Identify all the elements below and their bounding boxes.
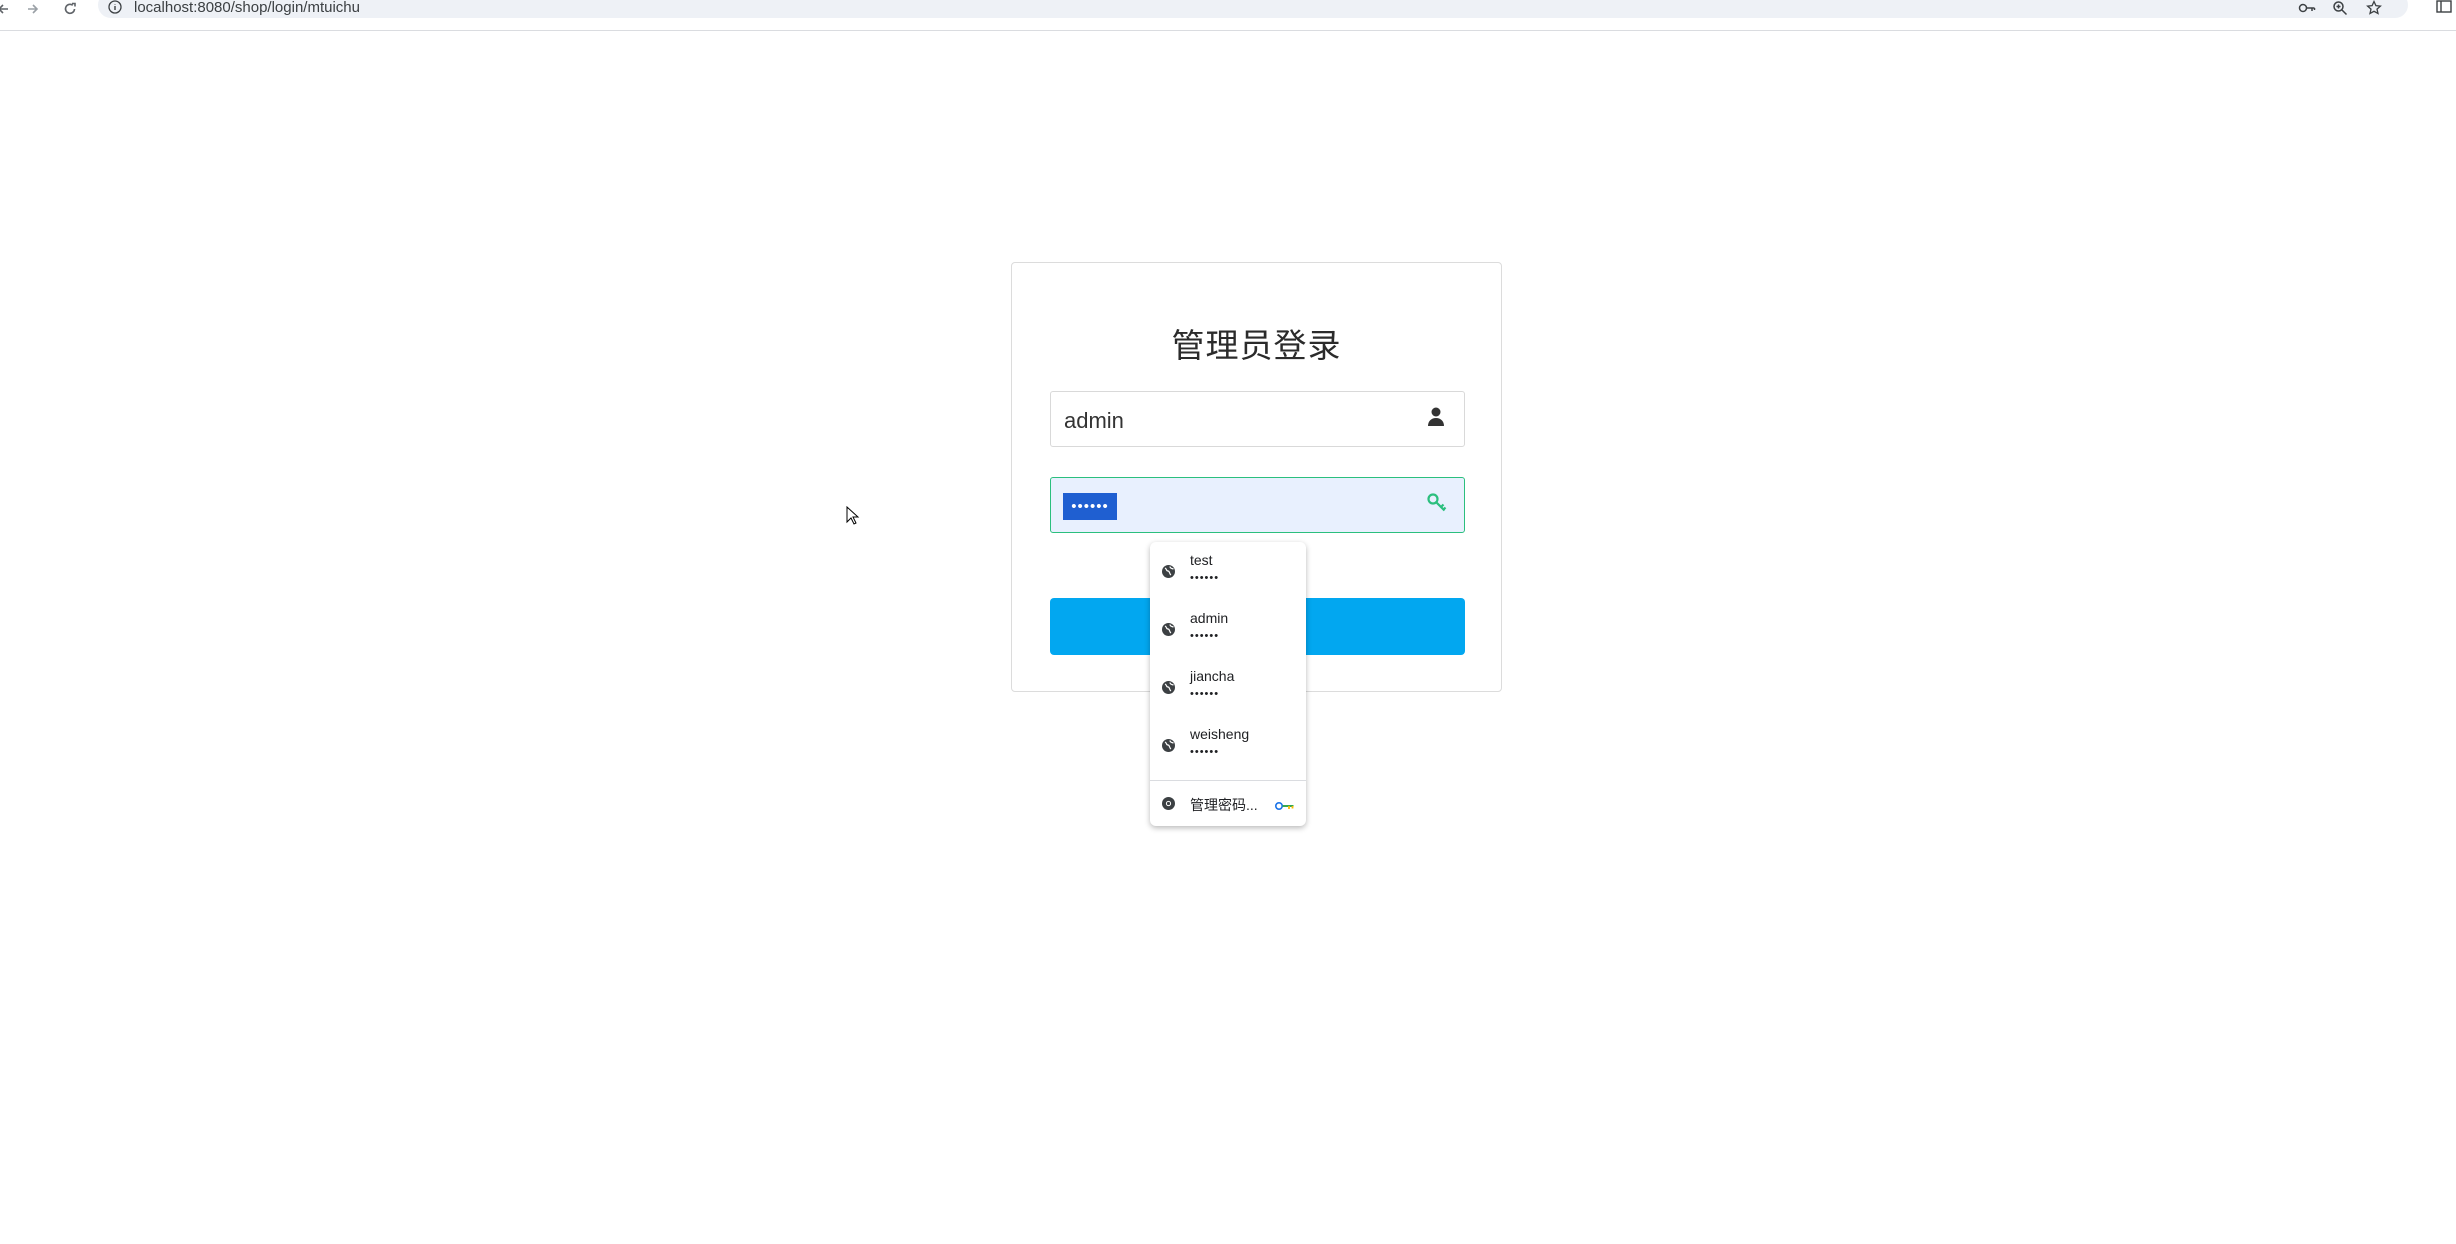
autofill-suggestion[interactable]: admin •••••• [1150, 600, 1306, 658]
username-input[interactable]: admin [1050, 391, 1465, 447]
globe-icon [1161, 564, 1176, 579]
suggestion-username: weisheng [1190, 726, 1250, 742]
chrome-icon [1161, 796, 1176, 811]
autofill-suggestion[interactable]: jiancha •••••• [1150, 658, 1306, 716]
suggestion-password: •••••• [1190, 688, 1220, 700]
suggestion-password: •••••• [1190, 746, 1220, 758]
password-key-icon [1274, 798, 1296, 811]
url-text[interactable]: localhost:8080/shop/login/mtuichu [134, 0, 360, 16]
key-icon [1426, 492, 1447, 514]
page-title: 管理员登录 [1171, 327, 1342, 364]
back-arrow-icon[interactable] [0, 0, 18, 18]
password-value[interactable]: •••••• [1063, 493, 1117, 520]
suggestion-password: •••••• [1190, 572, 1220, 584]
password-key-icon[interactable] [2298, 0, 2316, 16]
zoom-icon[interactable] [2332, 0, 2348, 16]
address-bar[interactable]: localhost:8080/shop/login/mtuichu [98, 0, 2408, 18]
autofill-dropdown: test •••••• admin •••••• jiancha •••••• … [1150, 542, 1306, 826]
suggestion-username: test [1190, 552, 1213, 568]
autofill-suggestion[interactable]: weisheng •••••• [1150, 716, 1306, 774]
info-icon[interactable] [108, 0, 122, 14]
globe-icon [1161, 738, 1176, 753]
autofill-suggestion[interactable]: test •••••• [1150, 542, 1306, 600]
globe-icon [1161, 622, 1176, 637]
manage-passwords-item[interactable]: 管理密码... [1150, 781, 1306, 826]
manage-passwords-label: 管理密码... [1190, 797, 1258, 813]
suggestion-password: •••••• [1190, 630, 1220, 642]
username-value[interactable]: admin [1064, 408, 1124, 434]
side-panel-icon[interactable] [2436, 0, 2452, 14]
mouse-cursor-icon [846, 505, 860, 526]
user-icon [1426, 406, 1446, 428]
bookmark-star-icon[interactable] [2366, 0, 2382, 16]
globe-icon [1161, 680, 1176, 695]
forward-arrow-icon[interactable] [18, 0, 48, 18]
reload-icon[interactable] [55, 0, 85, 18]
browser-toolbar: localhost:8080/shop/login/mtuichu [0, 0, 2456, 31]
suggestion-username: admin [1190, 610, 1229, 626]
suggestion-username: jiancha [1190, 668, 1235, 684]
password-input[interactable]: •••••• [1050, 477, 1465, 533]
